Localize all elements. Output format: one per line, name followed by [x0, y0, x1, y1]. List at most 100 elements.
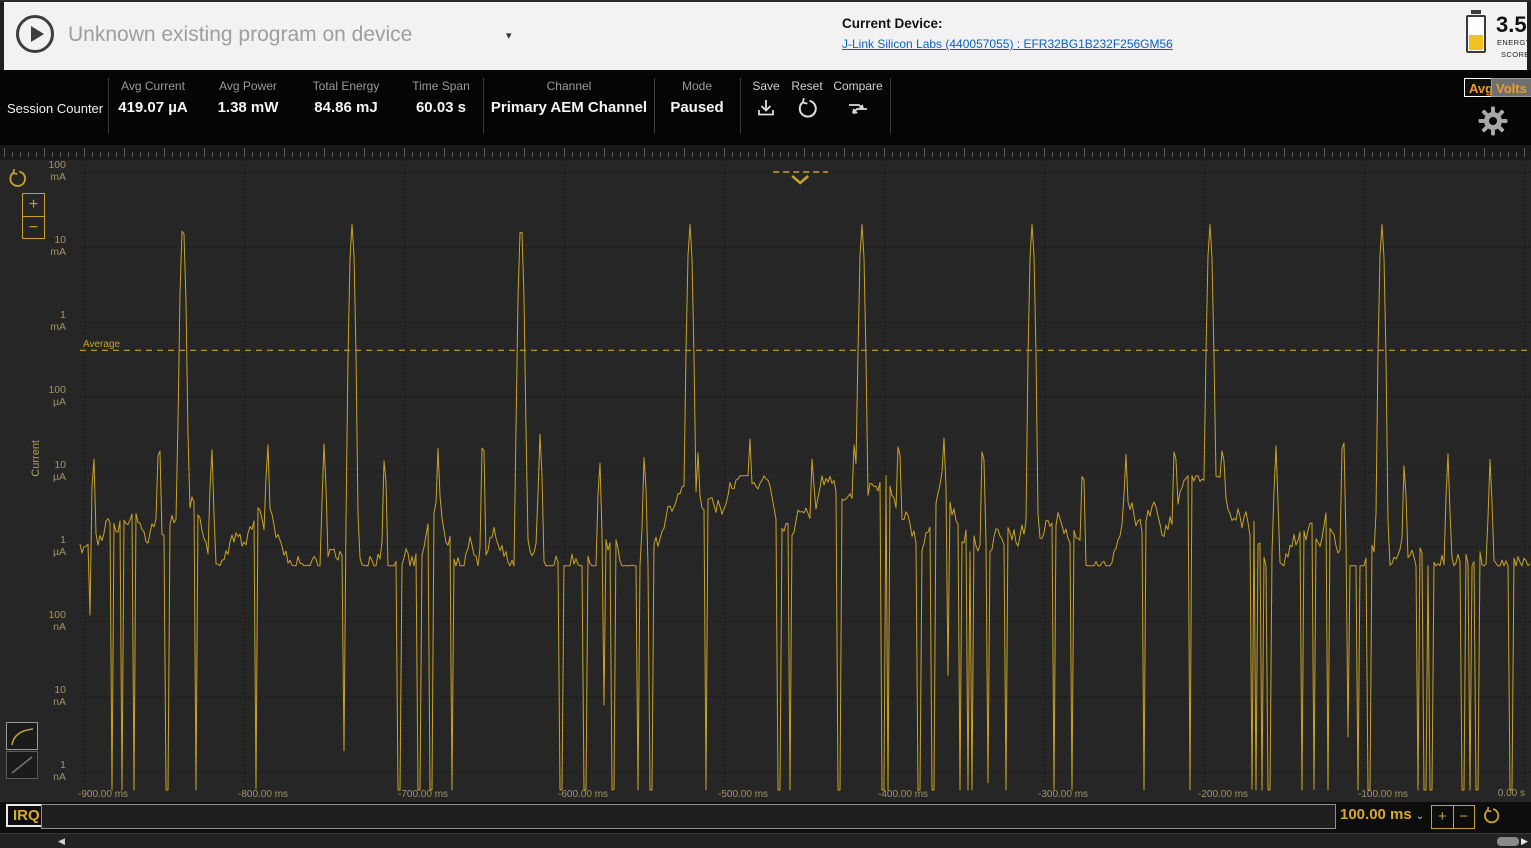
ruler-tick: [1316, 152, 1317, 157]
top-bar: Unknown existing program on device ▾ Cur…: [0, 2, 1531, 70]
ruler-tick: [388, 152, 389, 157]
ruler-tick: [748, 152, 749, 157]
ruler-tick: [92, 152, 93, 157]
ruler-tick: [372, 152, 373, 157]
ruler-tick: [844, 148, 845, 157]
y-axis-tick-label: 10nA: [28, 684, 66, 708]
ruler-tick: [436, 152, 437, 157]
ruler-tick: [820, 152, 821, 157]
ruler-tick: [1452, 152, 1453, 157]
ruler-tick: [868, 152, 869, 157]
x-axis-tick-label: -200.00 ms: [1198, 789, 1278, 800]
scroll-left-icon[interactable]: ◀: [58, 836, 65, 847]
ruler-tick: [1100, 152, 1101, 157]
ruler-tick: [884, 148, 885, 157]
scroll-right-icon[interactable]: ▶: [1521, 836, 1528, 847]
ruler-tick: [1388, 152, 1389, 157]
program-selector[interactable]: Unknown existing program on device: [68, 23, 412, 47]
ruler-tick: [508, 152, 509, 157]
ruler-tick: [1148, 152, 1149, 157]
ruler-tick: [1108, 152, 1109, 157]
ruler-tick: [516, 152, 517, 157]
ruler-tick: [1516, 152, 1517, 157]
ruler-tick: [356, 152, 357, 157]
time-ruler[interactable]: [0, 145, 1531, 161]
ruler-tick: [1500, 152, 1501, 157]
ruler-tick: [428, 152, 429, 157]
reset-zoom-icon[interactable]: [6, 168, 28, 195]
ruler-tick: [1028, 152, 1029, 157]
ruler-tick: [804, 148, 805, 157]
ruler-tick: [1332, 152, 1333, 157]
ruler-tick: [276, 152, 277, 157]
ruler-tick: [708, 152, 709, 157]
ruler-tick: [468, 152, 469, 157]
volts-toggle[interactable]: Volts: [1491, 78, 1531, 97]
zoom-in-button[interactable]: +: [23, 194, 44, 216]
irq-track[interactable]: [41, 804, 1336, 829]
compare-icon: [828, 97, 888, 126]
ruler-tick: [1380, 152, 1381, 157]
ruler-tick: [964, 148, 965, 157]
ruler-tick: [1396, 152, 1397, 157]
ruler-tick: [1428, 152, 1429, 157]
ruler-tick: [580, 152, 581, 157]
time-span-selector[interactable]: 100.00 ms ⌄: [1340, 806, 1424, 823]
scrollbar-thumb[interactable]: [1497, 837, 1519, 846]
ruler-tick: [1084, 148, 1085, 157]
ruler-tick: [188, 152, 189, 157]
chevron-down-icon[interactable]: ▾: [506, 29, 512, 42]
ruler-tick: [1404, 148, 1405, 157]
ruler-tick: [172, 152, 173, 157]
ruler-tick: [252, 152, 253, 157]
horizontal-zoom-controls: + −: [1431, 805, 1475, 829]
reset-span-icon[interactable]: [1481, 806, 1501, 831]
ruler-tick: [1244, 148, 1245, 157]
ruler-tick: [212, 152, 213, 157]
ruler-tick: [1252, 152, 1253, 157]
ruler-tick: [116, 152, 117, 157]
channel-column[interactable]: Channel Primary AEM Channel: [483, 70, 655, 116]
ruler-tick: [412, 152, 413, 157]
y-axis-tick-label: 10mA: [28, 234, 66, 258]
chevron-down-icon: ⌄: [1416, 811, 1424, 822]
ruler-tick: [956, 152, 957, 157]
h-zoom-out-button[interactable]: −: [1453, 806, 1475, 828]
waveform-plot[interactable]: [0, 160, 1531, 792]
ruler-tick: [1436, 152, 1437, 157]
y-axis-tick-label: 100nA: [28, 609, 66, 633]
ruler-tick: [852, 152, 853, 157]
ruler-tick: [332, 152, 333, 157]
device-link[interactable]: J-Link Silicon Labs (440057055) : EFR32B…: [842, 37, 1173, 51]
ruler-tick: [364, 148, 365, 157]
ruler-tick: [268, 152, 269, 157]
gear-icon[interactable]: [1478, 106, 1508, 141]
compare-button[interactable]: Compare: [828, 70, 888, 126]
current-chart[interactable]: + − Current Average 0.00 s 100mA10mA1mA1…: [0, 160, 1531, 792]
ruler-tick: [284, 148, 285, 157]
ruler-tick: [1116, 152, 1117, 157]
x-axis-tick-label: -500.00 ms: [718, 789, 798, 800]
ruler-tick: [1260, 152, 1261, 157]
ruler-tick: [1212, 152, 1213, 157]
h-zoom-in-button[interactable]: +: [1432, 806, 1453, 828]
ruler-tick: [1340, 152, 1341, 157]
ruler-tick: [420, 152, 421, 157]
ruler-tick: [1300, 152, 1301, 157]
ruler-tick: [628, 152, 629, 157]
energy-score-caption: ENERGY: [1497, 38, 1531, 47]
ruler-tick: [1092, 152, 1093, 157]
play-button[interactable]: [16, 15, 54, 53]
mode-column[interactable]: Mode Paused: [654, 70, 740, 116]
ruler-tick: [1188, 152, 1189, 157]
ruler-tick: [1356, 152, 1357, 157]
ruler-tick: [68, 152, 69, 157]
ruler-tick: [1412, 152, 1413, 157]
ruler-tick: [652, 152, 653, 157]
ruler-tick: [1060, 152, 1061, 157]
ruler-tick: [300, 152, 301, 157]
x-axis-end-label: 0.00 s: [1498, 788, 1525, 799]
ruler-tick: [204, 148, 205, 157]
ruler-tick: [980, 152, 981, 157]
log-scale-button[interactable]: [6, 722, 38, 750]
